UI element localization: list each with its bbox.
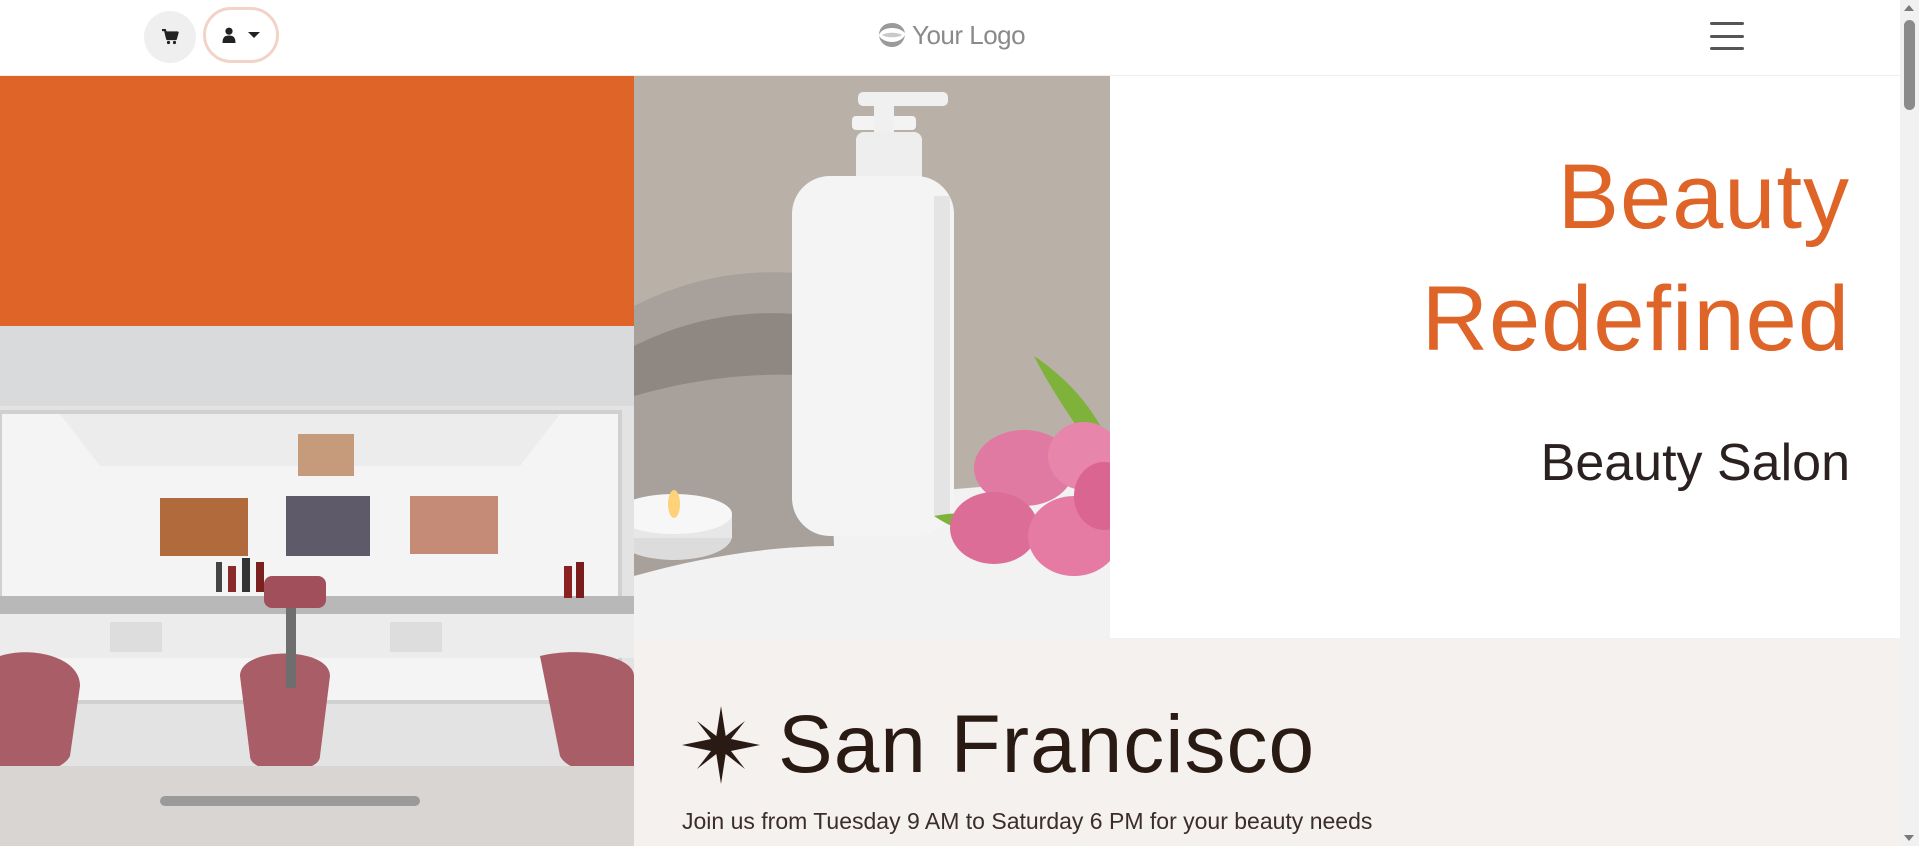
cart-button[interactable] bbox=[144, 11, 196, 63]
city-heading: San Francisco bbox=[682, 698, 1315, 792]
page-scrollbar[interactable] bbox=[1900, 0, 1919, 846]
shopping-cart-icon bbox=[162, 29, 179, 45]
salon-interior-illustration bbox=[0, 326, 634, 846]
hero-subtitle: Beauty Salon bbox=[1540, 434, 1850, 492]
logo[interactable]: Your Logo bbox=[878, 18, 1026, 52]
location-panel: San Francisco Join us from Tuesday 9 AM … bbox=[634, 638, 1900, 846]
hamburger-line bbox=[1710, 22, 1744, 25]
hours-text: Join us from Tuesday 9 AM to Saturday 6 … bbox=[682, 808, 1373, 834]
hamburger-line bbox=[1710, 47, 1744, 50]
spa-product-illustration bbox=[634, 76, 1110, 638]
page: Your Logo Beauty Redefined Beauty Salon … bbox=[0, 0, 1900, 846]
user-icon bbox=[222, 27, 236, 43]
scroll-down-arrow-icon[interactable] bbox=[1904, 835, 1914, 841]
top-navbar: Your Logo bbox=[0, 0, 1900, 76]
logo-text: Your Logo bbox=[912, 19, 1026, 50]
hero-title: Beauty Redefined bbox=[1422, 136, 1850, 380]
star-burst-icon bbox=[682, 706, 760, 784]
scroll-up-arrow-icon[interactable] bbox=[1904, 5, 1914, 11]
user-menu-button[interactable] bbox=[203, 7, 279, 63]
lotion-bottle-spa-photo bbox=[634, 76, 1110, 638]
scrollbar-thumb[interactable] bbox=[1904, 20, 1915, 110]
logo-mark-icon bbox=[879, 23, 905, 47]
accent-block bbox=[0, 76, 634, 326]
hero-title-section: Beauty Redefined Beauty Salon bbox=[1110, 76, 1900, 638]
caret-down-icon bbox=[248, 32, 260, 38]
hamburger-menu-icon[interactable] bbox=[1710, 22, 1744, 50]
city-name: San Francisco bbox=[778, 699, 1316, 790]
hero-title-line1: Beauty bbox=[1557, 146, 1850, 248]
salon-interior-photo bbox=[0, 326, 634, 846]
hero-title-line2: Redefined bbox=[1421, 268, 1850, 370]
hamburger-line bbox=[1710, 34, 1744, 38]
